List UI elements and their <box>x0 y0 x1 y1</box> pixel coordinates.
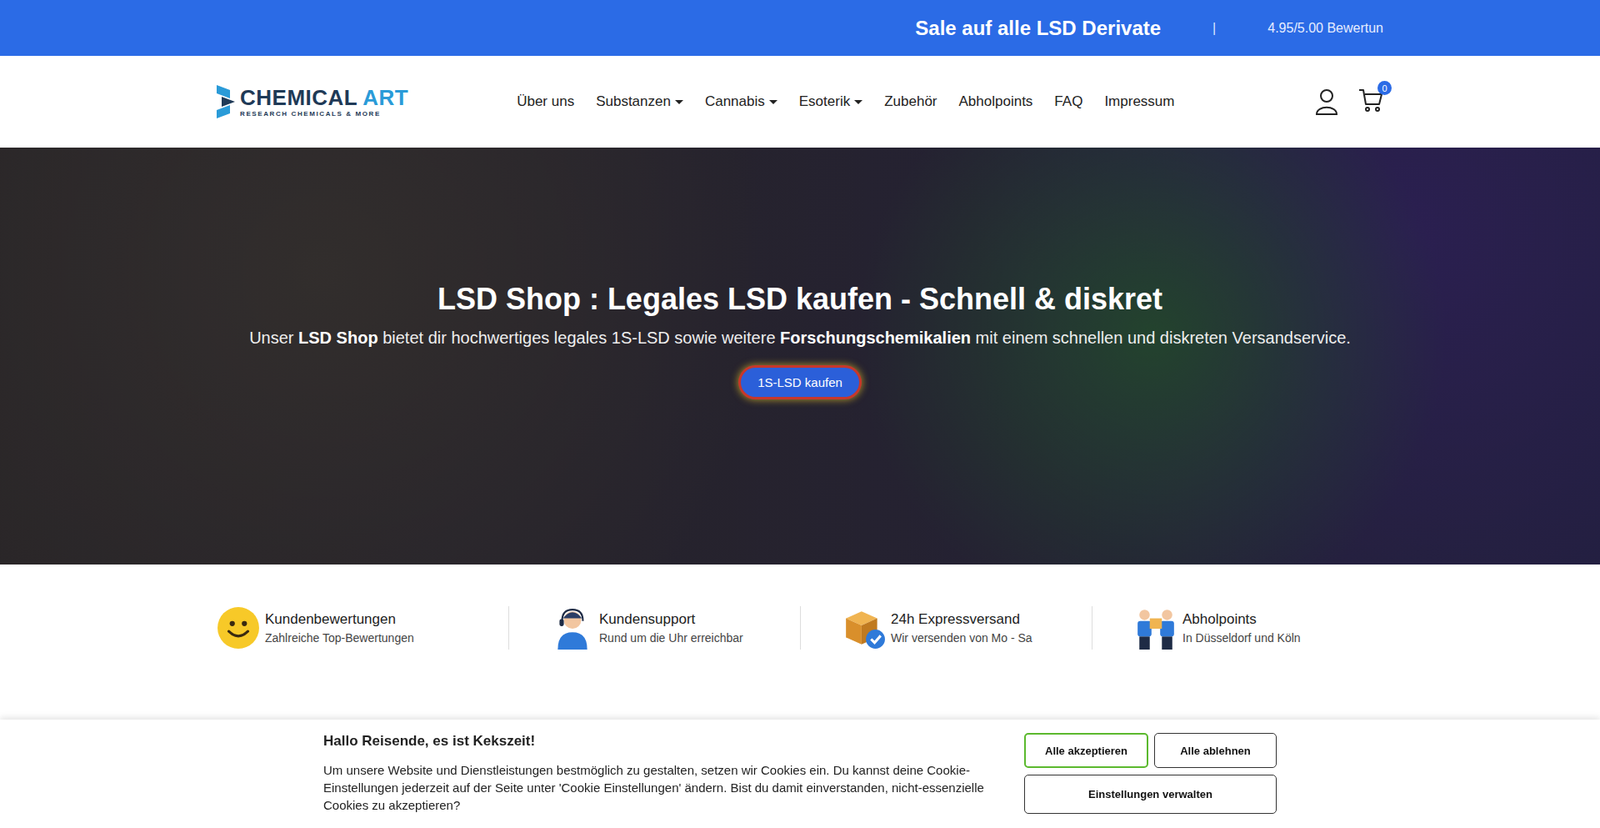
hero: LSD Shop : Legales LSD kaufen - Schnell … <box>0 147 1600 565</box>
cookie-settings-button[interactable]: Einstellungen verwalten <box>1024 774 1277 814</box>
features-row: Kundenbewertungen Zahlreiche Top-Bewertun… <box>0 564 1600 691</box>
feature-title: Abholpoints <box>1182 610 1301 628</box>
caret-icon <box>854 100 863 105</box>
cart-button[interactable]: 0 <box>1358 87 1384 116</box>
header: CHEMICALARTRESEARCH CHEMICALS & MORE Über… <box>0 55 1600 148</box>
main-nav: Über uns Substanzen Cannabis Esoterik Zubehö… <box>516 93 1175 110</box>
feature-text: In Düsseldorf und Köln <box>1182 630 1301 645</box>
rating-text: 4.95/5.00 Bewertun <box>1267 20 1384 36</box>
cookie-banner: Hallo Reisende, es ist Kekszeit! Um unser… <box>0 719 1600 828</box>
nav-item[interactable]: Abholpoints <box>959 93 1034 110</box>
logo-tagline: RESEARCH CHEMICALS & MORE <box>240 110 409 118</box>
cookie-button[interactable]: Alle akzeptieren <box>1024 732 1149 768</box>
logo[interactable]: CHEMICALARTRESEARCH CHEMICALS & MORE <box>216 85 409 119</box>
nav-item[interactable]: Zubehör <box>884 93 937 110</box>
caret-icon <box>769 100 778 105</box>
nav-item[interactable]: Esoterik <box>799 93 863 110</box>
hero-title: LSD Shop : Legales LSD kaufen - Schnell … <box>249 281 1351 317</box>
sale-text[interactable]: Sale auf alle LSD Derivate <box>915 16 1161 40</box>
feature-item: 24h Expressversand Wir versenden von Mo -… <box>800 605 1092 650</box>
support-agent-icon <box>550 605 595 650</box>
feature-title: 24h Expressversand <box>890 610 1033 628</box>
cookie-title: Hallo Reisende, es ist Kekszeit! <box>323 732 990 750</box>
smiley-icon <box>216 605 260 650</box>
feature-text: Zahlreiche Top-Bewertungen <box>265 630 415 645</box>
nav-item[interactable]: Substanzen <box>595 93 684 110</box>
feature-text: Rund um die Uhr erreichbar <box>599 630 744 645</box>
pickup-people-icon <box>1134 605 1178 650</box>
logo-word: CHEMICAL <box>240 85 358 110</box>
logo-word: ART <box>362 85 409 110</box>
feature-title: Kundensupport <box>599 610 744 628</box>
nav-item[interactable]: Impressum <box>1104 93 1175 110</box>
feature-item: Abholpoints In Düsseldorf und Köln <box>1091 605 1384 650</box>
cookie-button[interactable]: Alle ablehnen <box>1154 732 1277 768</box>
nav-item[interactable]: Über uns <box>516 93 575 110</box>
shipping-box-icon <box>842 605 886 650</box>
nav-item[interactable]: Cannabis <box>705 93 778 110</box>
promo-bar: Sale auf alle LSD Derivate | 4.95/5.00 Bew… <box>0 0 1600 56</box>
feature-item: Kundensupport Rund um die Uhr erreichbar <box>508 605 800 650</box>
feature-text: Wir versenden von Mo - Sa <box>890 630 1033 645</box>
page: Sale auf alle LSD Derivate | 4.95/5.00 Bew… <box>0 0 1600 828</box>
logo-icon <box>216 85 235 119</box>
separator: | <box>1212 20 1216 36</box>
buy-button[interactable]: 1S-LSD kaufen <box>740 367 860 397</box>
feature-title: Kundenbewertungen <box>265 610 415 628</box>
feature-item: Kundenbewertungen Zahlreiche Top-Bewertun… <box>216 605 509 650</box>
hero-subtitle: Unser LSD Shop bietet dir hochwertiges l… <box>249 328 1351 348</box>
caret-icon <box>675 100 684 105</box>
nav-item[interactable]: FAQ <box>1054 93 1083 110</box>
cookie-text: Um unsere Website und Dienstleistungen b… <box>323 760 990 814</box>
user-icon[interactable] <box>1315 88 1339 115</box>
cart-count-badge: 0 <box>1377 80 1392 95</box>
